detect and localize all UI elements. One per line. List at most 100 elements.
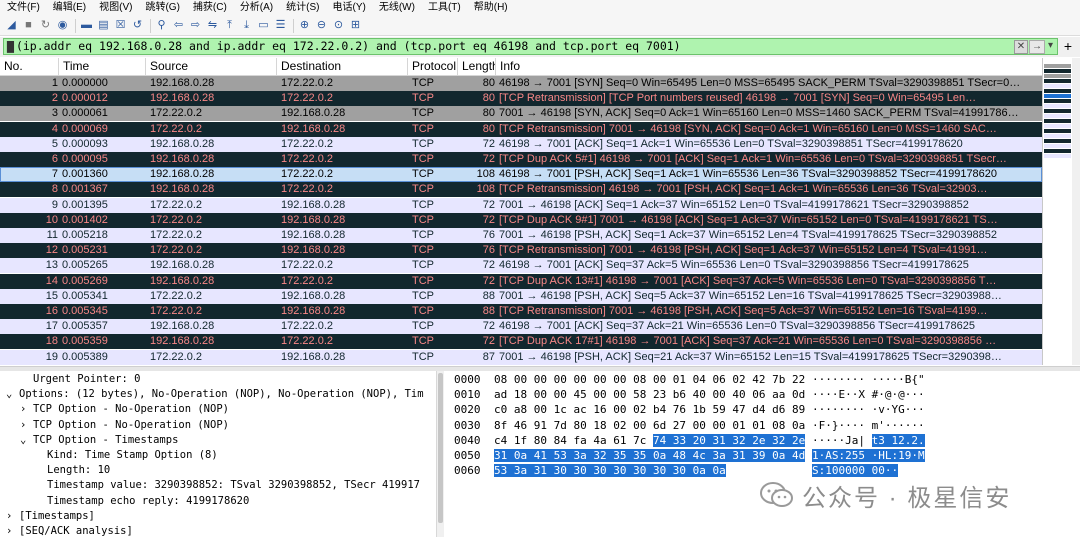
reload-icon[interactable]: ↺ [130,18,145,33]
filter-history-dropdown-icon[interactable]: ▾ [1045,40,1056,52]
shark-fin-start-icon[interactable]: ◢ [4,18,19,33]
packet-row[interactable]: 19 0.005389 172.22.0.2 192.168.0.28 TCP 87 700… [0,349,1042,365]
packet-row[interactable]: 8 0.001367 192.168.0.28 172.22.0.2 TCP 108 [TC… [0,182,1042,198]
packet-row[interactable]: 2 0.000012 192.168.0.28 172.22.0.2 TCP 80 [TCP… [0,91,1042,107]
expanded-arrow-icon[interactable]: ⌄ [20,433,33,448]
detail-tree-item[interactable]: ⌄ TCP Option - Timestamps [20,433,178,448]
column-header-destination[interactable]: Destination [277,58,408,75]
menu-item[interactable]: 文件(F) [0,0,46,16]
zoom-out-icon[interactable]: ⊖ [314,18,329,33]
apply-filter-icon[interactable]: → [1029,40,1045,54]
packet-row[interactable]: 17 0.005357 192.168.0.28 172.22.0.2 TCP 72 461… [0,319,1042,335]
collapsed-arrow-icon[interactable]: › [6,524,19,537]
bookmark-filter-icon[interactable]: ▇ [7,39,14,53]
colorize-icon[interactable]: ☰ [273,18,288,33]
detail-tree-item[interactable]: Timestamp value: 3290398852: TSval 32903… [34,478,420,493]
column-header-length[interactable]: Length [458,58,496,75]
packet-list-minimap-scrollbar[interactable] [1042,58,1080,365]
column-header-info[interactable]: Info [496,58,1042,75]
menu-item[interactable]: 跳转(G) [138,0,185,16]
menu-item[interactable]: 无线(W) [372,0,421,16]
packet-row[interactable]: 11 0.005218 172.22.0.2 192.168.0.28 TCP 76 700… [0,228,1042,243]
column-header-no[interactable]: No. [0,58,59,75]
collapsed-arrow-icon[interactable]: › [20,418,33,433]
detail-tree-item[interactable]: Kind: Time Stamp Option (8) [34,448,218,463]
autoscroll-icon[interactable]: ▭ [256,18,271,33]
bytes-row[interactable]: 0060 53 3a 31 30 30 30 30 30 30 30 0a 0a S… [446,463,1080,478]
column-header-time[interactable]: Time [59,58,146,75]
go-to-packet-icon[interactable]: ⇋ [205,18,220,33]
detail-tree-item[interactable]: Timestamp echo reply: 4199178620 [34,494,249,509]
detail-tree-item[interactable]: › TCP Option - No-Operation (NOP) [20,418,229,433]
detail-tree-item[interactable]: ⌄ Options: (12 bytes), No-Operation (NOP)… [6,387,424,402]
bytes-row[interactable]: 0030 8f 46 91 7d 80 18 02 00 6d 27 00 00 … [446,418,1080,433]
packet-row[interactable]: 12 0.005231 172.22.0.2 192.168.0.28 TCP 76 [TC… [0,243,1042,259]
packet-row[interactable]: 3 0.000061 172.22.0.2 192.168.0.28 TCP 80 7001… [0,106,1042,122]
packet-row[interactable]: 16 0.005345 172.22.0.2 192.168.0.28 TCP 88 [TC… [0,304,1042,319]
expanded-arrow-icon[interactable]: ⌄ [6,387,19,402]
collapsed-arrow-icon[interactable]: › [20,402,33,417]
menu-item[interactable]: 统计(S) [279,0,325,16]
bytes-row[interactable]: 0050 31 0a 41 53 3a 32 35 35 0a 48 4c 3a … [446,448,1080,463]
column-header-protocol[interactable]: Protocol [408,58,458,75]
menu-item[interactable]: 捕获(C) [186,0,233,16]
packet-cell-proto: TCP [412,168,434,181]
add-filter-button-icon[interactable]: + [1060,38,1076,55]
find-icon[interactable]: ⚲ [154,18,169,33]
zoom-in-icon[interactable]: ⊕ [297,18,312,33]
bytes-row[interactable]: 0000 08 00 00 00 00 00 00 08 00 01 04 06 … [446,372,1080,387]
packet-row[interactable]: 14 0.005269 192.168.0.28 172.22.0.2 TCP 72 [TC… [0,273,1042,289]
go-first-icon[interactable]: ⤒ [222,18,237,33]
column-header-source[interactable]: Source [146,58,277,75]
detail-tree-item[interactable]: Length: 10 [34,463,110,478]
bytes-row[interactable]: 0040 c4 1f 80 84 fa 4a 61 7c 74 33 20 31 … [446,433,1080,448]
bytes-row[interactable]: 0020 c0 a8 00 1c ac 16 00 02 b4 76 1b 59 … [446,402,1080,417]
packet-row[interactable]: 5 0.000093 192.168.0.28 172.22.0.2 TCP 72 4619… [0,136,1042,152]
menu-item[interactable]: 帮助(H) [467,0,514,16]
bytes-row[interactable]: 0010 ad 18 00 00 45 00 00 58 23 b6 40 00 … [446,387,1080,402]
detail-tree-label: [Timestamps] [19,509,95,522]
go-last-icon[interactable]: ⤓ [239,18,254,33]
packet-row[interactable]: 10 0.001402 172.22.0.2 192.168.0.28 TCP 72 [TC… [0,212,1042,228]
packet-row[interactable]: 4 0.000069 172.22.0.2 192.168.0.28 TCP 80 [TCP… [0,121,1042,137]
packet-row[interactable]: 7 0.001360 192.168.0.28 172.22.0.2 TCP 108 461… [0,167,1042,183]
bytes-ascii: ····E··X #·@·@··· [812,388,925,402]
menu-item[interactable]: 编辑(E) [46,0,92,16]
minimap-packet-marker [1044,144,1071,148]
display-filter-input[interactable]: ▇ (ip.addr eq 192.168.0.28 and ip.addr eq… [3,38,1058,55]
detail-tree-item[interactable]: › TCP Option - No-Operation (NOP) [20,402,229,417]
close-file-icon[interactable]: ☒ [113,18,128,33]
packet-cell-proto: TCP [412,244,434,257]
go-back-icon[interactable]: ⇦ [171,18,186,33]
collapsed-arrow-icon[interactable]: › [6,509,19,524]
menu-item[interactable]: 分析(A) [233,0,279,16]
scrollbar-thumb[interactable] [438,373,443,523]
packet-row[interactable]: 18 0.005359 192.168.0.28 172.22.0.2 TCP 72 [TC… [0,334,1042,350]
menu-item[interactable]: 电话(Y) [326,0,372,16]
packet-cell-len: 76 [482,244,495,257]
open-folder-icon[interactable]: ▬ [79,18,94,33]
stop-icon[interactable]: ■ [21,18,36,33]
go-forward-icon[interactable]: ⇨ [188,18,203,33]
restart-icon[interactable]: ↻ [38,18,53,33]
packet-row[interactable]: 6 0.000095 192.168.0.28 172.22.0.2 TCP 72 [TCP… [0,152,1042,167]
detail-tree-label: [SEQ/ACK analysis] [19,525,133,537]
packet-details-scrollbar[interactable] [436,371,444,537]
detail-tree-item[interactable]: › [Timestamps] [6,509,95,524]
zoom-normal-icon[interactable]: ⊙ [331,18,346,33]
detail-tree-item[interactable]: Urgent Pointer: 0 [20,372,140,387]
save-file-icon[interactable]: ▤ [96,18,111,33]
packet-list-scrollbar[interactable] [1072,58,1080,365]
packet-cell-info: [TCP Dup ACK 5#1] 46198 → 7001 [ACK] Seq… [499,153,1007,165]
menu-item[interactable]: 视图(V) [92,0,138,16]
resize-columns-icon[interactable]: ⊞ [348,18,363,33]
detail-tree-item[interactable]: › [SEQ/ACK analysis] [6,524,133,537]
packet-row[interactable]: 9 0.001395 172.22.0.2 192.168.0.28 TCP 72 7001… [0,197,1042,213]
packet-cell-dst: 192.168.0.28 [281,350,346,363]
menu-item[interactable]: 工具(T) [421,0,467,16]
options-gear-icon[interactable]: ◉ [55,18,70,33]
packet-row[interactable]: 1 0.000000 192.168.0.28 172.22.0.2 TCP 80 4619… [0,76,1042,91]
packet-row[interactable]: 13 0.005265 192.168.0.28 172.22.0.2 TCP 72 461… [0,258,1042,274]
clear-filter-icon[interactable]: ✕ [1014,40,1028,54]
packet-row[interactable]: 15 0.005341 172.22.0.2 192.168.0.28 TCP 88 700… [0,288,1042,304]
